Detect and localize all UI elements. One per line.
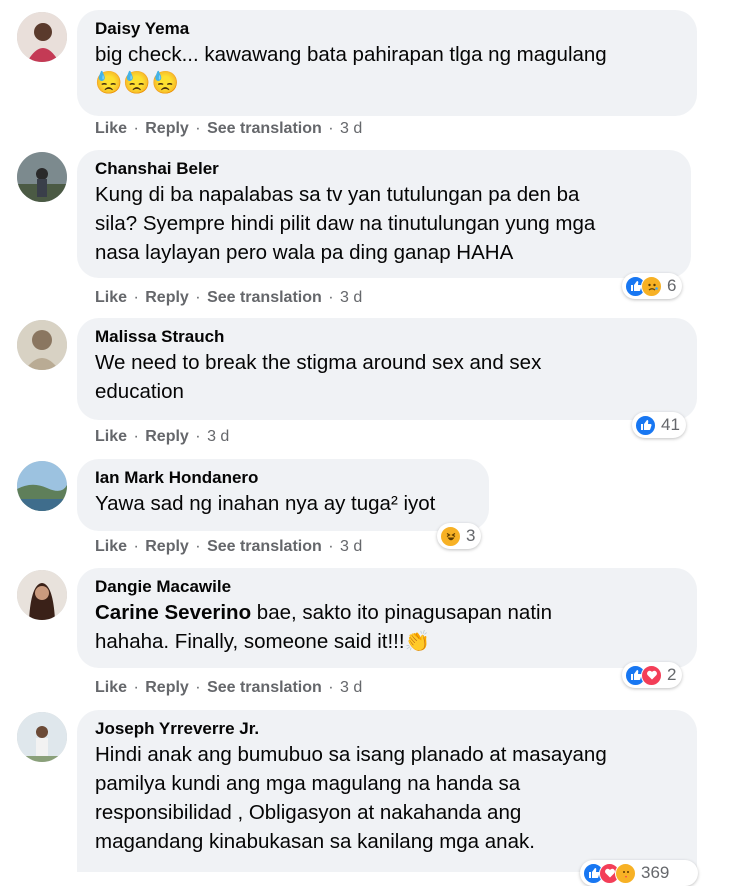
- comment-timestamp[interactable]: 3 d: [340, 289, 362, 306]
- comment-text-line: responsibilidad , Obligasyon at nakahand…: [95, 801, 522, 824]
- comment-bubble: Ian Mark Hondanero Yawa sad ng inahan ny…: [77, 459, 489, 531]
- see-translation-link[interactable]: See translation: [207, 679, 322, 696]
- haha-icon: [440, 525, 461, 547]
- avatar[interactable]: [17, 152, 67, 202]
- comment-text-line: education: [95, 380, 184, 403]
- comment-actions: Like · Reply · See translation · 3 d: [95, 288, 362, 308]
- reaction-summary[interactable]: 6: [622, 273, 683, 299]
- comment-bubble: Joseph Yrreverre Jr. Hindi anak ang bumu…: [77, 710, 697, 872]
- reaction-summary[interactable]: 41: [632, 412, 686, 438]
- reaction-summary[interactable]: 2: [622, 662, 683, 688]
- reaction-count: 369: [641, 863, 670, 882]
- comment-text-line: magandang kinabukasan sa kanilang mga an…: [95, 830, 535, 853]
- reply-link[interactable]: Reply: [145, 120, 189, 137]
- comment-bubble: Malissa Strauch We need to break the sti…: [77, 318, 697, 420]
- comment-text-line: sila? Syempre hindi pilit daw na tinutul…: [95, 212, 596, 235]
- comment-author[interactable]: Daisy Yema: [95, 18, 679, 40]
- comment-text-line: hahaha. Finally, someone said it!!!👏: [95, 630, 431, 653]
- reply-link[interactable]: Reply: [145, 289, 189, 306]
- reply-link[interactable]: Reply: [145, 538, 189, 555]
- comment-actions: Like · Reply · See translation · 3 d: [95, 678, 362, 698]
- avatar[interactable]: [17, 320, 67, 370]
- sad-icon: [641, 275, 662, 297]
- separator: ·: [195, 289, 201, 306]
- reply-link[interactable]: Reply: [145, 679, 189, 696]
- comment-bubble: Daisy Yema big check... kawawang bata pa…: [77, 10, 697, 116]
- reaction-count: 41: [661, 415, 680, 434]
- comment-text-line: Carine Severino bae, sakto ito pinagusap…: [95, 598, 679, 627]
- separator: ·: [328, 679, 334, 696]
- separator: ·: [195, 120, 201, 137]
- reaction-summary[interactable]: 3: [437, 523, 482, 549]
- comment-timestamp[interactable]: 3 d: [340, 679, 362, 696]
- emoji-text: 😓😓😓: [95, 70, 181, 95]
- like-link[interactable]: Like: [95, 538, 127, 555]
- like-link[interactable]: Like: [95, 289, 127, 306]
- separator: ·: [328, 289, 334, 306]
- avatar[interactable]: [17, 12, 67, 62]
- see-translation-link[interactable]: See translation: [207, 538, 322, 555]
- comment-text: big check... kawawang bata pahirapan tlg…: [95, 43, 607, 66]
- separator: ·: [133, 538, 139, 555]
- separator: ·: [195, 428, 201, 445]
- comment-actions: Like · Reply · 3 d: [95, 427, 229, 447]
- comment-timestamp[interactable]: 3 d: [340, 538, 362, 555]
- separator: ·: [133, 289, 139, 306]
- comment-author[interactable]: Dangie Macawile: [95, 576, 679, 598]
- comment-text-line: Hindi anak ang bumubuo sa isang planado …: [95, 743, 607, 766]
- comment-author[interactable]: Malissa Strauch: [95, 326, 679, 348]
- avatar[interactable]: [17, 461, 67, 511]
- separator: ·: [328, 120, 334, 137]
- like-link[interactable]: Like: [95, 679, 127, 696]
- comment-actions: Like · Reply · See translation · 3 d: [95, 119, 362, 139]
- comment-author[interactable]: Chanshai Beler: [95, 158, 673, 180]
- care-icon: [615, 862, 636, 884]
- comment-bubble: Dangie Macawile Carine Severino bae, sak…: [77, 568, 697, 668]
- reaction-count: 6: [667, 276, 677, 295]
- comment-actions: Like · Reply · See translation · 3 d: [95, 537, 362, 557]
- see-translation-link[interactable]: See translation: [207, 120, 322, 137]
- comment-text-fragment: bae, sakto ito pinagusapan natin: [251, 601, 552, 624]
- comment-timestamp[interactable]: 3 d: [340, 120, 362, 137]
- separator: ·: [195, 538, 201, 555]
- comment-author[interactable]: Joseph Yrreverre Jr.: [95, 718, 679, 740]
- see-translation-link[interactable]: See translation: [207, 289, 322, 306]
- like-icon: [635, 414, 656, 436]
- like-link[interactable]: Like: [95, 120, 127, 137]
- separator: ·: [195, 679, 201, 696]
- reply-link[interactable]: Reply: [145, 428, 189, 445]
- avatar[interactable]: [17, 712, 67, 762]
- comment-text-line: nasa laylayan pero wala pa ding ganap HA…: [95, 241, 514, 264]
- comment-bubble: Chanshai Beler Kung di ba napalabas sa t…: [77, 150, 691, 278]
- like-link[interactable]: Like: [95, 428, 127, 445]
- separator: ·: [328, 538, 334, 555]
- comment-timestamp[interactable]: 3 d: [207, 428, 229, 445]
- comment-text-line: We need to break the stigma around sex a…: [95, 351, 542, 374]
- comment-text-line: Kung di ba napalabas sa tv yan tutulunga…: [95, 183, 580, 206]
- reaction-summary[interactable]: 369: [580, 860, 698, 886]
- comment-text-line: pamilya kundi ang mga magulang na handa …: [95, 772, 521, 795]
- separator: ·: [133, 679, 139, 696]
- comment-author[interactable]: Ian Mark Hondanero: [95, 467, 471, 489]
- separator: ·: [133, 120, 139, 137]
- reaction-count: 2: [667, 665, 677, 684]
- reaction-count: 3: [466, 526, 476, 545]
- comment-text: Yawa sad ng inahan nya ay tuga² iyot: [95, 492, 436, 515]
- heart-icon: [641, 664, 662, 686]
- tagged-user-link[interactable]: Carine Severino: [95, 601, 251, 624]
- avatar[interactable]: [17, 570, 67, 620]
- separator: ·: [133, 428, 139, 445]
